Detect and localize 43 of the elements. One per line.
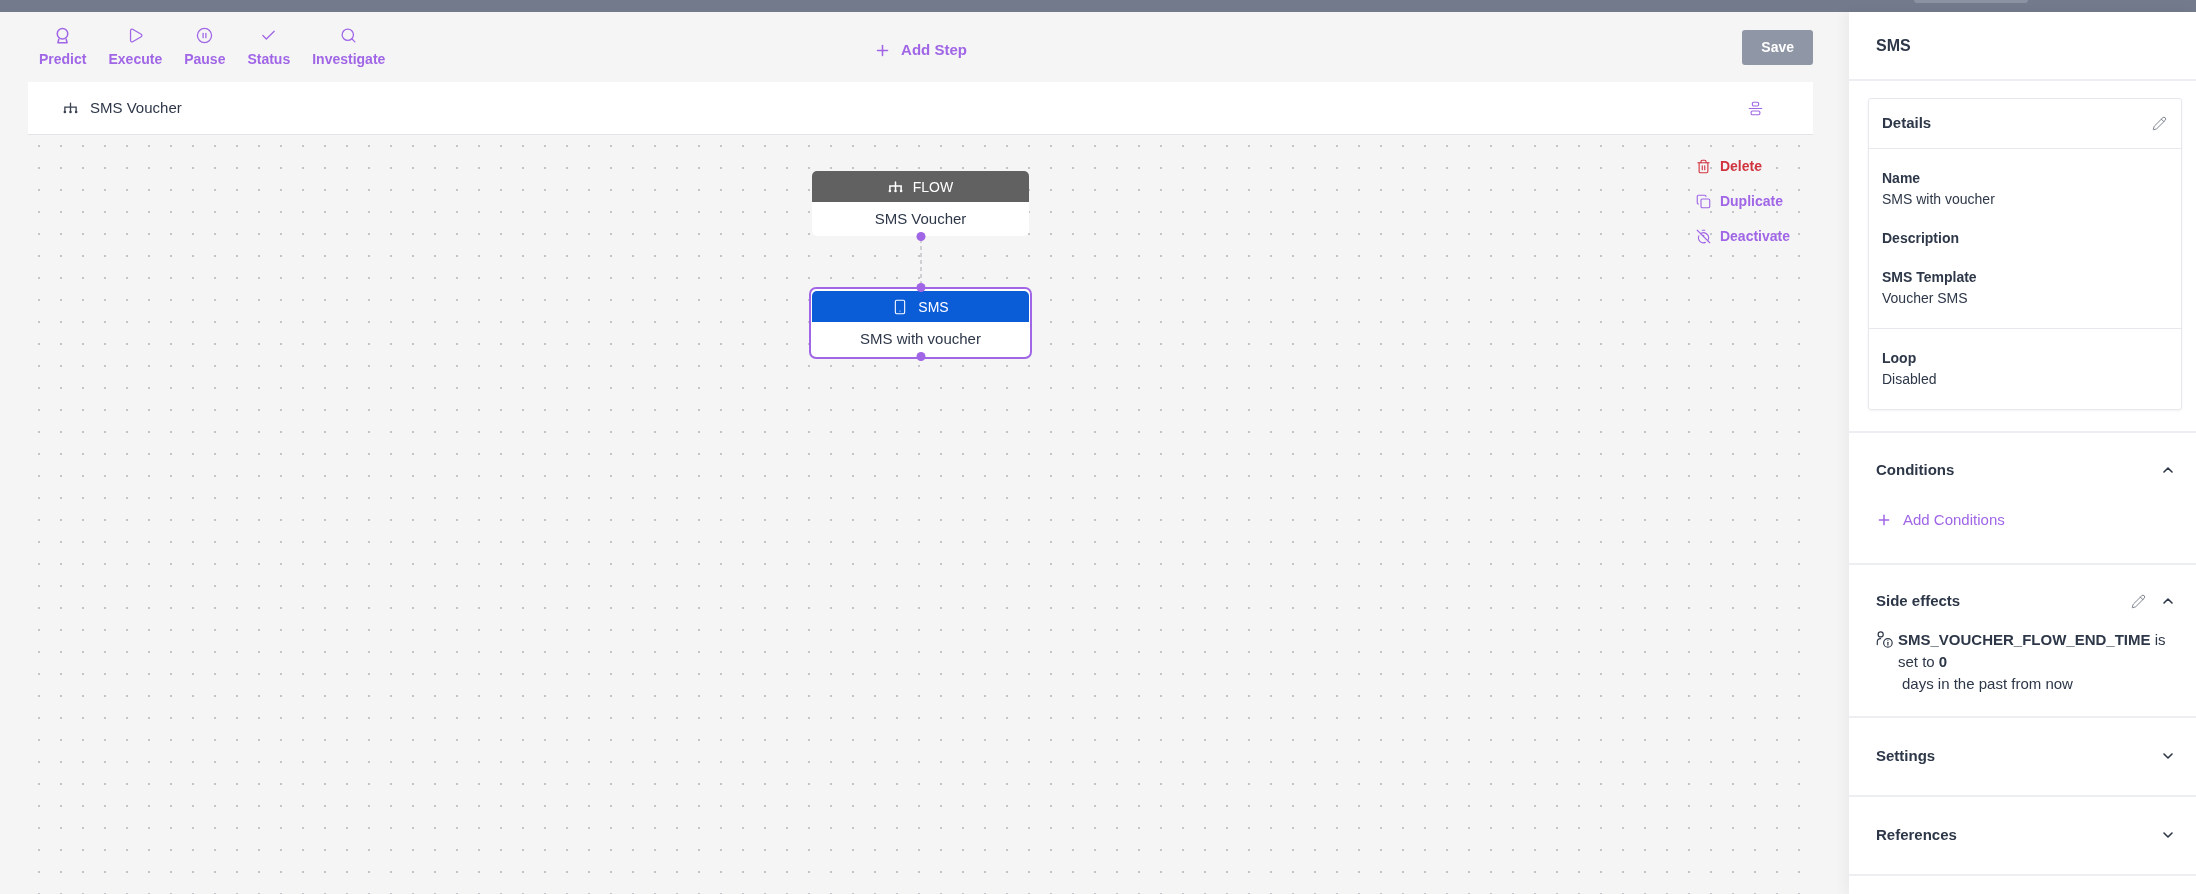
node-type-label: FLOW bbox=[912, 177, 954, 196]
pencil-icon[interactable] bbox=[2152, 116, 2167, 131]
toolbar-button[interactable]: Predict bbox=[39, 27, 87, 67]
plus-icon bbox=[1876, 512, 1892, 528]
field-value: Voucher SMS bbox=[1882, 289, 1969, 308]
copy-icon bbox=[1695, 193, 1711, 209]
side-effect-text: SMS_VOUCHER_FLOW_END_TIME is set to 0 days in the past from now bbox=[1898, 630, 2167, 694]
field-value: SMS with voucher bbox=[1882, 190, 1996, 209]
trash-icon bbox=[1695, 158, 1711, 174]
toolbar-button[interactable]: Pause bbox=[184, 27, 226, 67]
timer-off-icon bbox=[1695, 228, 1711, 244]
canvas-title: SMS Voucher bbox=[90, 97, 182, 118]
field-label: Description bbox=[1882, 229, 1960, 248]
field-label: SMS Template bbox=[1882, 268, 1978, 287]
align-center-icon[interactable] bbox=[1748, 100, 1763, 116]
field-value: Disabled bbox=[1882, 370, 1938, 389]
node-title: SMS with voucher bbox=[860, 330, 981, 348]
hierarchy-icon bbox=[887, 180, 903, 193]
toolbar-button[interactable]: Status bbox=[247, 27, 291, 67]
node-action-button[interactable]: Deactivate bbox=[1695, 226, 1790, 246]
node-type-label: SMS bbox=[918, 297, 949, 316]
toolbar-button[interactable]: Investigate bbox=[312, 27, 386, 67]
pause-icon bbox=[196, 27, 214, 44]
node-title: SMS Voucher bbox=[874, 210, 967, 228]
node-action-button[interactable]: Duplicate bbox=[1695, 191, 1790, 211]
hierarchy-icon bbox=[63, 102, 78, 114]
search-icon bbox=[340, 27, 358, 44]
section-title: Settings bbox=[1876, 745, 1936, 766]
card-title: Details bbox=[1882, 113, 1932, 134]
toolbar-button[interactable]: Execute bbox=[108, 27, 163, 67]
node-action-button[interactable]: Delete bbox=[1695, 156, 1790, 176]
field-label: Name bbox=[1882, 169, 1922, 188]
section-title: Conditions bbox=[1876, 459, 1955, 480]
user-info-icon bbox=[1876, 631, 1893, 648]
panel-title: SMS bbox=[1876, 35, 1911, 56]
section-title: Side effects bbox=[1876, 590, 1961, 611]
flow-node[interactable]: FLOW SMS Voucher bbox=[809, 167, 1032, 239]
add-step-button[interactable]: Add Step bbox=[874, 41, 967, 59]
pencil-icon[interactable] bbox=[2131, 593, 2146, 609]
section-title: References bbox=[1876, 824, 1957, 845]
field-label: Loop bbox=[1882, 349, 1918, 368]
save-button[interactable]: Save bbox=[1742, 29, 1813, 65]
add-conditions-link[interactable]: Add Conditions bbox=[1876, 510, 2005, 530]
